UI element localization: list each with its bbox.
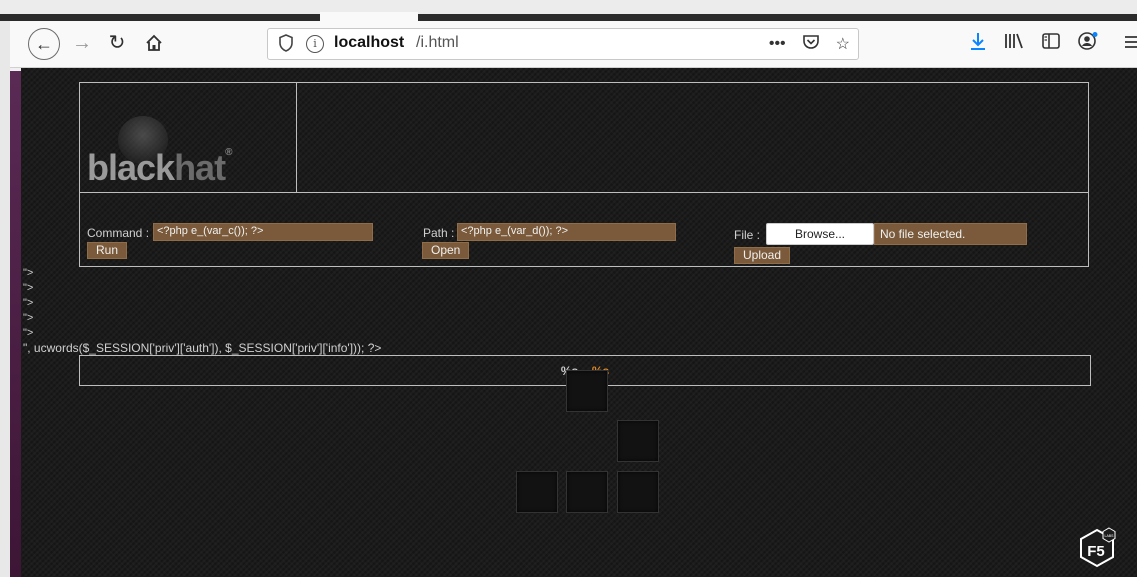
header-divider — [80, 192, 1088, 193]
run-button[interactable]: Run — [87, 242, 128, 259]
stray-text-line: "> — [23, 267, 34, 279]
pocket-icon[interactable] — [802, 34, 820, 55]
logo-registered-mark: ® — [225, 147, 232, 158]
url-path: /i.html — [416, 34, 459, 51]
open-button[interactable]: Open — [422, 242, 470, 259]
menu-icon[interactable] — [1124, 33, 1137, 54]
forward-button[interactable]: → — [70, 29, 94, 57]
desktop-edge-light — [0, 21, 10, 577]
f5-labs-badge: F5 LABS — [1080, 527, 1116, 568]
more-actions-icon[interactable]: ••• — [769, 35, 786, 53]
stray-text-line: "> — [23, 327, 34, 339]
glider-tile — [516, 471, 558, 513]
back-button[interactable]: ← — [28, 28, 60, 60]
account-icon[interactable] — [1078, 31, 1098, 55]
tab-strip — [0, 14, 1137, 21]
info-icon[interactable]: i — [306, 35, 324, 53]
path-input[interactable]: <?php e_(var_d()); ?> — [457, 223, 676, 241]
upload-button[interactable]: Upload — [734, 247, 791, 264]
shield-icon[interactable] — [278, 34, 294, 52]
file-label: File : — [734, 228, 761, 242]
stray-text-line: "> — [23, 282, 34, 294]
logo-word-black: black — [87, 147, 175, 188]
home-icon — [146, 34, 162, 51]
f5-badge-text: F5 — [1087, 543, 1105, 560]
reload-button[interactable]: ↻ — [105, 29, 129, 57]
arrow-right-icon: → — [72, 32, 92, 54]
browser-toolbar: ← → ↻ i localhost /i.html ••• ☆ — [10, 21, 1137, 68]
library-icon[interactable] — [1004, 33, 1024, 54]
toolbar-right — [970, 29, 1137, 57]
page-actions: ••• ☆ — [769, 31, 850, 57]
logo-cell: blackhat® — [80, 83, 297, 193]
sidebar-icon[interactable] — [1042, 32, 1060, 54]
stray-text-line: "> — [23, 312, 34, 324]
command-input[interactable]: <?php e_(var_c()); ?> — [153, 223, 373, 241]
download-icon[interactable] — [970, 32, 986, 55]
f5-badge-sub: LABS — [1105, 534, 1115, 538]
web-page: blackhat® Command : <?php e_(var_c()); ?… — [21, 68, 1137, 577]
glider-tile — [566, 471, 608, 513]
browse-button[interactable]: Browse... — [766, 223, 874, 245]
stray-text-line: "> — [23, 297, 34, 309]
glider-tile — [566, 370, 608, 412]
bookmark-star-icon[interactable]: ☆ — [836, 34, 850, 54]
reload-icon: ↻ — [108, 32, 126, 54]
logo-word-hat: hat — [174, 147, 226, 188]
url-bar[interactable]: i localhost /i.html ••• ☆ — [267, 28, 859, 60]
url-host: localhost — [334, 34, 405, 51]
session-code-text: ", ucwords($_SESSION['priv']['auth']), $… — [23, 341, 382, 355]
path-label: Path : — [423, 226, 455, 240]
blackhat-logo: blackhat® — [87, 147, 233, 189]
command-label: Command : — [87, 226, 150, 240]
home-button[interactable] — [142, 29, 166, 57]
arrow-left-icon: ← — [35, 34, 53, 54]
glider-tile — [617, 420, 659, 462]
glider-tile — [617, 471, 659, 513]
file-status: No file selected. — [874, 223, 1027, 245]
